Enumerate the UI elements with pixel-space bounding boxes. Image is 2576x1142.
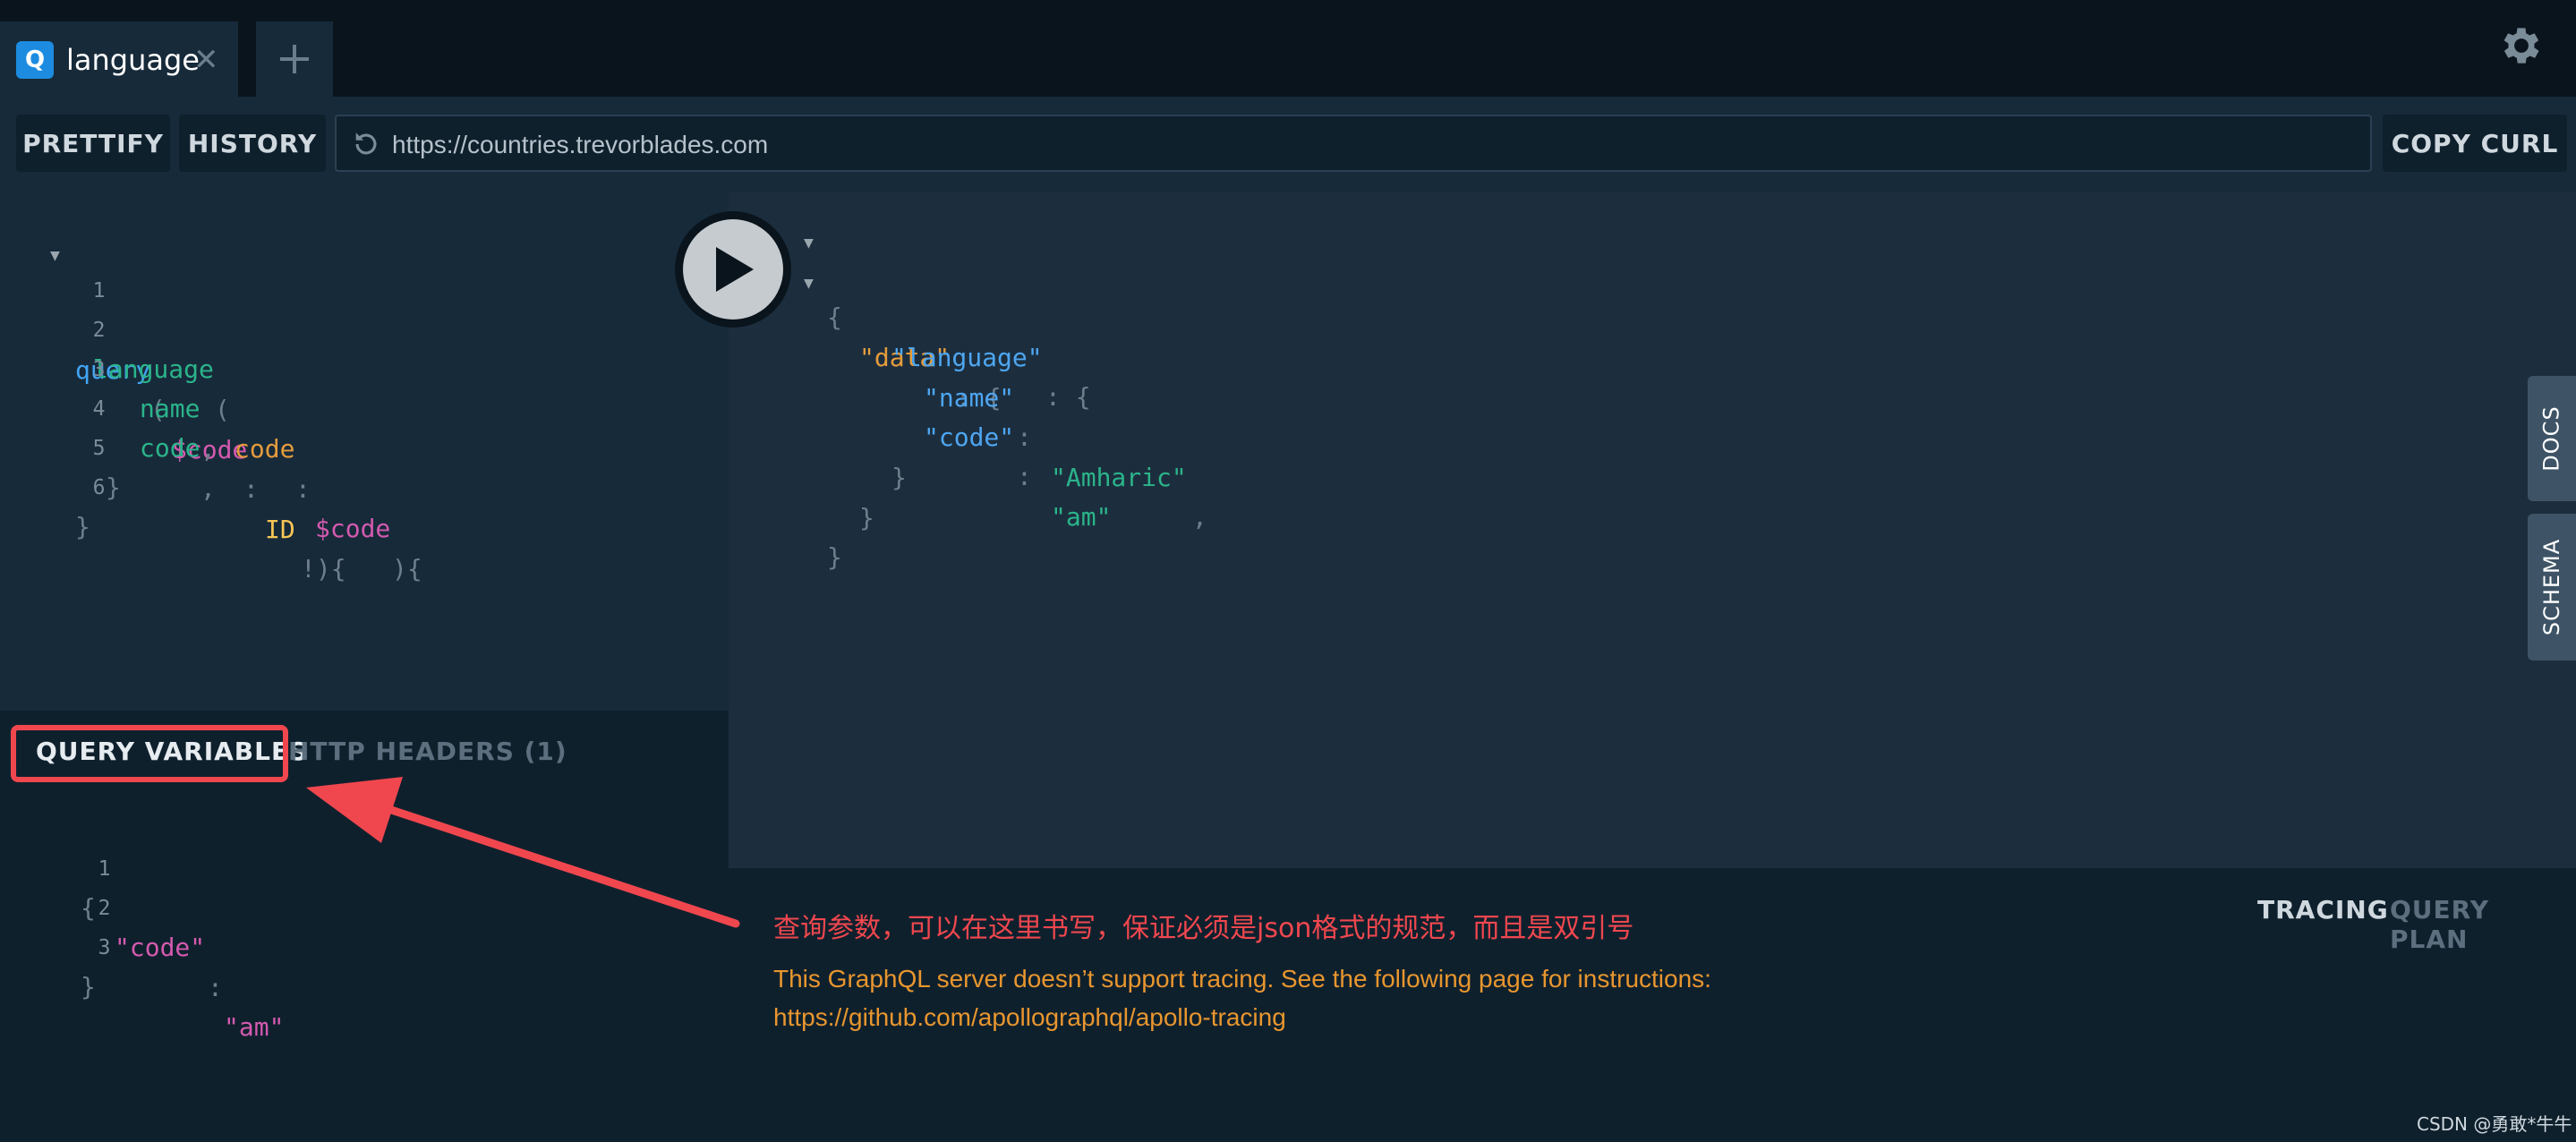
schema-tab[interactable]: SCHEMA [2528,514,2576,660]
result-key-name: "name" [924,382,1015,413]
line-number: 6 [92,475,106,499]
punctuation: ){ [392,553,422,584]
endpoint-url-text: https://countries.trevorblades.com [392,131,769,158]
punctuation: , [1192,502,1207,532]
tab-language[interactable]: Q language ✕ [0,21,238,97]
refresh-icon[interactable] [351,129,381,159]
editor-line: 3 } [0,888,110,1002]
watermark: CSDN @勇敢*牛牛 [2417,1113,2572,1135]
docs-tab-label: DOCS [2539,405,2564,472]
execute-button-face [683,219,783,320]
tracing-message-line: This GraphQL server doesn’t support trac… [773,965,1711,993]
editor-line: 4 code , [0,349,216,503]
tab-title: language [66,43,200,77]
editor-line: 2 language ( code : $code ){ [0,270,422,584]
copy-curl-button[interactable]: COPY CURL [2383,115,2567,172]
punctuation: , [200,433,216,464]
field-language: language [93,354,214,384]
history-button[interactable]: HISTORY [179,115,326,172]
toolbar: PRETTIFY HISTORY https://countries.trevo… [0,97,2576,192]
punctuation: : [208,972,223,1002]
punctuation: } [827,541,842,572]
editor-line: 5 } [0,388,121,503]
prettify-button[interactable]: PRETTIFY [16,115,170,172]
variable-code: $code [315,514,391,543]
punctuation: } [891,462,907,492]
punctuation: : [243,474,259,504]
fold-arrow-icon[interactable]: ▼ [804,264,814,304]
fold-arrow-icon[interactable]: ▼ [804,224,814,264]
tracing-help-link[interactable]: https://github.com/apollographql/apollo-… [773,998,1711,1036]
result-line: } [729,498,842,572]
tracing-message: This GraphQL server doesn’t support trac… [773,959,1711,1036]
punctuation: { [827,303,842,332]
docs-tab[interactable]: DOCS [2528,376,2576,501]
punctuation: : [295,473,311,504]
gear-icon[interactable] [2497,21,2546,70]
type-id: ID [265,514,295,544]
punctuation: , [200,473,216,503]
result-value-code: "am" [1051,501,1112,532]
schema-tab-label: SCHEMA [2539,538,2565,636]
result-line: } [729,418,907,492]
field-name: name [140,394,200,423]
field-code: code [140,433,200,463]
punctuation: } [106,473,121,502]
punctuation: !){ [301,554,346,584]
punctuation: ( [215,394,230,424]
query-badge-icon: Q [16,41,54,79]
execute-query-button[interactable] [675,211,791,328]
result-line: "code" : "am" [729,378,1111,532]
annotation-highlight-box [11,725,288,782]
tab-http-headers[interactable]: HTTP HEADERS (1) [288,729,567,773]
editor-line: 2 "code" : "am" [0,848,285,1043]
variables-value-code: "am" [224,1012,285,1042]
line-number: 2 [98,896,111,920]
result-key-code: "code" [924,422,1015,452]
close-icon[interactable]: ✕ [193,39,219,81]
add-tab-button[interactable] [256,21,333,97]
play-icon [716,247,754,292]
result-key-language: "language" [891,342,1043,372]
plus-icon [280,45,309,73]
endpoint-url-input[interactable]: https://countries.trevorblades.com [335,115,2372,172]
editor-line: 1 ▼ query ( $code : ID !){ [0,231,346,584]
punctuation: } [81,972,96,1001]
line-number: 5 [92,436,106,460]
tab-query-plan[interactable]: QUERY PLAN [2390,895,2576,954]
query-editor[interactable]: 1 ▼ query ( $code : ID !){ 2 language ( … [0,192,729,711]
result-viewer: ▼ { ▼ "data" : { "language" : { "name" :… [729,192,2576,868]
variables-key-code: "code" [115,933,206,962]
argument-code: code [235,434,295,464]
annotation-arrow-icon [306,777,740,928]
editor-line: 1 { [0,809,110,924]
editor-line: 6 } [0,428,105,542]
punctuation: } [859,502,874,533]
line-number: 1 [92,278,106,303]
result-line: "name" : "Amharic" , [729,338,1207,533]
line-number: 3 [98,935,111,959]
line-number: 2 [92,318,106,342]
tab-bar: Q language ✕ [0,0,2576,97]
annotation-note: 查询参数，可以在这里书写，保证必须是json格式的规范，而且是双引号 [773,913,1634,944]
line-number: 4 [92,396,106,421]
punctuation: } [75,512,90,541]
tab-tracing[interactable]: TRACING [2257,895,2389,925]
editor-line: 3 name , [0,310,216,464]
line-number: 3 [92,357,106,381]
result-line: } [729,458,874,533]
line-number: 1 [98,856,111,881]
punctuation: : [1017,462,1047,491]
punctuation: : { [1045,382,1091,412]
result-value-name: "Amharic" [1051,462,1187,492]
punctuation: : [1017,422,1047,452]
